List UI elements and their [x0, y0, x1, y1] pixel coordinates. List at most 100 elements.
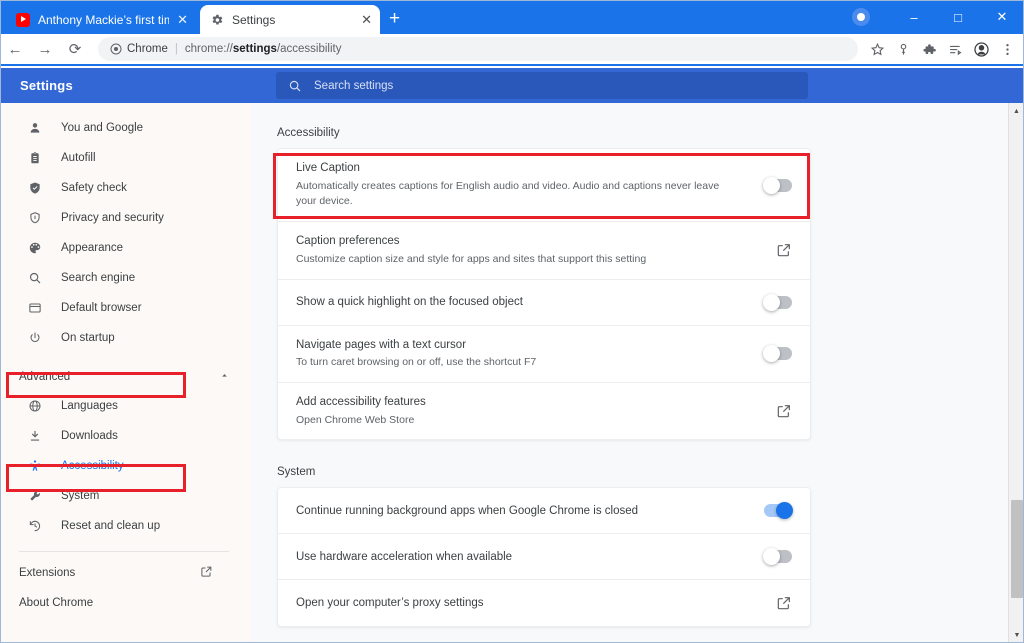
row-label: Navigate pages with a text cursor	[296, 337, 536, 354]
row-add-accessibility-features[interactable]: Add accessibility features Open Chrome W…	[278, 383, 810, 439]
forward-button[interactable]: →	[30, 35, 60, 63]
profile-badge-icon[interactable]	[852, 8, 870, 26]
accessibility-person-icon	[27, 458, 43, 474]
row-caption-preferences[interactable]: Caption preferences Customize caption si…	[278, 222, 810, 279]
sidebar-item-autofill[interactable]: Autofill	[1, 143, 251, 173]
search-icon	[27, 270, 43, 286]
address-bar[interactable]: Chrome | chrome://settings/accessibility	[98, 37, 858, 61]
external-link-icon[interactable]	[776, 242, 792, 258]
row-text: Add accessibility features Open Chrome W…	[296, 383, 426, 439]
row-text: Use hardware acceleration when available	[296, 538, 512, 577]
background-apps-toggle[interactable]	[764, 504, 792, 517]
reading-list-icon[interactable]	[942, 36, 968, 62]
tab-close-icon[interactable]: ✕	[177, 13, 188, 26]
system-card: Continue running background apps when Go…	[277, 487, 811, 627]
search-placeholder: Search settings	[314, 80, 393, 92]
sidebar-item-safety-check[interactable]: Safety check	[1, 173, 251, 203]
sidebar-item-accessibility[interactable]: Accessibility	[27, 451, 251, 481]
download-icon	[27, 428, 43, 444]
sidebar-item-label: Autofill	[61, 152, 96, 164]
caret-browsing-toggle[interactable]	[764, 347, 792, 360]
sidebar-item-on-startup[interactable]: On startup	[1, 323, 251, 353]
row-show-quick-highlight[interactable]: Show a quick highlight on the focused ob…	[278, 280, 810, 326]
url-scheme: chrome://	[185, 43, 233, 55]
external-link-icon[interactable]	[776, 403, 792, 419]
tab-close-icon[interactable]: ✕	[361, 13, 372, 26]
globe-icon	[27, 398, 43, 414]
row-navigate-with-text-cursor[interactable]: Navigate pages with a text cursor To tur…	[278, 326, 810, 383]
sidebar-item-reset-and-clean-up[interactable]: Reset and clean up	[27, 511, 251, 541]
tab-settings[interactable]: Settings ✕	[200, 5, 380, 34]
browser-window-icon	[27, 300, 43, 316]
hardware-acceleration-toggle[interactable]	[764, 550, 792, 563]
sidebar-divider	[19, 551, 229, 552]
sidebar-item-languages[interactable]: Languages	[27, 391, 251, 421]
sidebar-advanced-group: Languages Downloads	[1, 391, 251, 541]
scrollbar-thumb[interactable]	[1011, 500, 1023, 598]
row-text: Continue running background apps when Go…	[296, 492, 638, 531]
tab-title: Anthony Mackie’s first time tryin	[38, 13, 169, 27]
sidebar-item-privacy-and-security[interactable]: Privacy and security	[1, 203, 251, 233]
close-button[interactable]: ✕	[980, 2, 1024, 32]
sidebar-item-label: Downloads	[61, 430, 118, 442]
scroll-down-button[interactable]: ▼	[1009, 627, 1024, 643]
minimize-button[interactable]: –	[892, 2, 936, 32]
sidebar-item-label: You and Google	[61, 122, 143, 134]
key-icon[interactable]	[890, 36, 916, 62]
sidebar-item-label: Languages	[61, 400, 118, 412]
row-sublabel: Customize caption size and style for app…	[296, 252, 646, 268]
row-text: Show a quick highlight on the focused ob…	[296, 283, 523, 322]
profile-avatar-icon[interactable]	[968, 36, 994, 62]
sidebar-item-label: Reset and clean up	[61, 520, 160, 532]
restore-icon	[27, 518, 43, 534]
sidebar-item-system[interactable]: System	[27, 481, 251, 511]
row-background-apps[interactable]: Continue running background apps when Go…	[278, 488, 810, 534]
browser-window: Anthony Mackie’s first time tryin ✕ Sett…	[0, 0, 1024, 643]
sidebar-item-you-and-google[interactable]: You and Google	[1, 113, 251, 143]
star-icon[interactable]	[864, 36, 890, 62]
chevron-up-icon	[220, 371, 229, 383]
settings-body: You and Google Autofill Safety chec	[0, 103, 1024, 643]
palette-icon	[27, 240, 43, 256]
window-controls: – □ ✕	[852, 0, 1024, 34]
sidebar-item-about-chrome[interactable]: About Chrome	[1, 588, 251, 618]
live-caption-toggle[interactable]	[764, 179, 792, 192]
sidebar-item-label: Extensions	[19, 567, 75, 579]
tab-youtube[interactable]: Anthony Mackie’s first time tryin ✕	[6, 5, 196, 34]
external-link-icon[interactable]	[776, 595, 792, 611]
sidebar-item-label: Privacy and security	[61, 212, 164, 224]
sidebar-item-label: Safety check	[61, 182, 127, 194]
row-proxy-settings[interactable]: Open your computer’s proxy settings	[278, 580, 810, 626]
row-live-caption[interactable]: Live Caption Automatically creates capti…	[278, 149, 810, 222]
sidebar-item-appearance[interactable]: Appearance	[1, 233, 251, 263]
quick-highlight-toggle[interactable]	[764, 296, 792, 309]
scroll-up-button[interactable]: ▲	[1009, 103, 1024, 119]
search-input[interactable]: Search settings	[276, 72, 808, 99]
url-path: /accessibility	[277, 43, 342, 55]
row-text: Open your computer’s proxy settings	[296, 584, 484, 623]
row-hardware-acceleration[interactable]: Use hardware acceleration when available	[278, 534, 810, 580]
chrome-identity-badge: Chrome	[110, 43, 168, 55]
sidebar-item-default-browser[interactable]: Default browser	[1, 293, 251, 323]
row-label: Live Caption	[296, 160, 732, 177]
back-button[interactable]: ←	[0, 35, 30, 63]
sidebar-item-label: Search engine	[61, 272, 135, 284]
settings-main: Accessibility Live Caption Automatically…	[251, 103, 1008, 643]
row-text: Caption preferences Customize caption si…	[296, 222, 646, 278]
gear-icon	[210, 13, 224, 27]
sidebar-item-search-engine[interactable]: Search engine	[1, 263, 251, 293]
extensions-puzzle-icon[interactable]	[916, 36, 942, 62]
accessibility-card: Live Caption Automatically creates capti…	[277, 148, 811, 440]
sidebar-item-downloads[interactable]: Downloads	[27, 421, 251, 451]
chrome-logo-icon	[110, 43, 122, 55]
maximize-button[interactable]: □	[936, 2, 980, 32]
sidebar-item-label: Default browser	[61, 302, 142, 314]
youtube-icon	[16, 13, 30, 27]
sidebar-item-advanced[interactable]: Advanced	[1, 363, 251, 391]
new-tab-button[interactable]: +	[389, 9, 400, 28]
reload-button[interactable]: ⟳	[60, 35, 90, 63]
row-text: Navigate pages with a text cursor To tur…	[296, 326, 536, 382]
sidebar-item-extensions[interactable]: Extensions	[1, 558, 251, 588]
vertical-scrollbar[interactable]: ▲ ▼	[1008, 103, 1024, 643]
three-dot-menu-icon[interactable]	[994, 36, 1020, 62]
